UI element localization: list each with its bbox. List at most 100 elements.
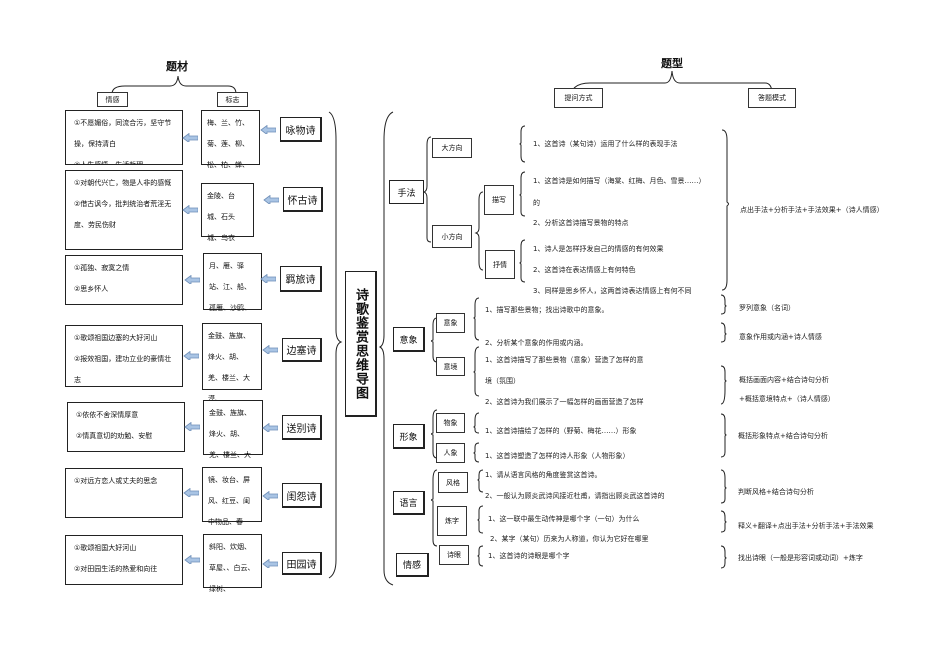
header-image: 标志 (217, 92, 248, 107)
node-language: 语言 (393, 491, 425, 515)
answer-text: 意象作用或内涵+诗人情感 (739, 333, 822, 341)
center-title: 诗歌鉴赏思维导图 (345, 271, 377, 417)
category-3: 羁旅诗 (280, 266, 322, 292)
emotion-text: ①不愿媚俗，同流合污，坚守节操，保持清白 (74, 119, 172, 148)
node-word-refining: 炼字 (437, 506, 467, 536)
left-title: 题材 (166, 60, 188, 73)
image-text: 梅、兰、竹、菊、莲、柳、松、柏、蝉、 (207, 119, 249, 169)
question-text: 境（氛围） (485, 377, 520, 385)
emotion-text: ②对田园生活的热爱和向往 (74, 565, 158, 573)
node-big-direction: 大方向 (432, 138, 472, 158)
category-7: 田园诗 (282, 552, 322, 575)
image-box: 月、雁、驿站、江、船、孤雁、沙鸥、蟋蟀、 (203, 253, 262, 333)
answer-text: 点出手法+分析手法+手法效果+（诗人情感） (740, 206, 884, 214)
node-object-image: 物象 (436, 413, 465, 433)
mind-map-page: 题材 情感 标志 ①不愿媚俗，同流合污，坚守节操，保持清白 ②人生感悟，生活哲理 梅… (0, 0, 945, 668)
category-2: 怀古诗 (283, 187, 323, 212)
question-text: 1、这首诗描绘了怎样的（野菊、梅花……）形象 (485, 427, 637, 435)
emotion-text: ②思乡怀人 (74, 285, 109, 293)
arrow-left-icon (184, 422, 200, 431)
node-person-image: 人象 (436, 443, 465, 463)
arrow-left-icon (183, 488, 199, 497)
node-lyric: 抒情 (485, 250, 515, 279)
question-text: 1、这首诗的诗眼是哪个字 (488, 552, 570, 560)
arrow-left-icon (263, 194, 279, 204)
header-question: 提问方式 (554, 88, 603, 108)
emotion-box: ①对远方恋人或丈夫的思念 (65, 468, 183, 518)
category-5: 送别诗 (282, 415, 322, 440)
answer-text: +概括意境特点+（诗人情感） (739, 395, 835, 403)
answer-text: 找出诗眼（一般是形容词或动词）+炼字 (738, 554, 863, 562)
answer-text: 概括画面内容+结合诗句分析 (739, 376, 829, 384)
node-describe: 描写 (484, 185, 514, 215)
question-text: 2、这首诗为我们展示了一幅怎样的画面营造了怎样 (485, 398, 644, 406)
emotion-box: ①对朝代兴亡，物是人非的感慨 ②借古讽今，批判统治者荒淫无度、劳民伤财 (65, 170, 183, 250)
emotion-text: ②借古讽今，批判统治者荒淫无度、劳民伤财 (74, 200, 172, 229)
question-text: 1、诗人是怎样抒发自己的情感的有何效果 (533, 245, 664, 253)
image-box: 金鼓、旌旗、烽火、胡、羌、楼兰、大漠、 (203, 400, 263, 480)
emotion-text: ①依依不舍深情厚意 (76, 411, 139, 419)
node-imagery: 意象 (393, 327, 425, 352)
arrow-left-icon (183, 351, 199, 360)
emotion-box: ①歌颂祖国大好河山 ②对田园生活的热爱和向往 (65, 535, 183, 585)
emotion-text: ①歌颂祖国边塞的大好河山 (74, 334, 158, 342)
emotion-text: ①对朝代兴亡，物是人非的感慨 (74, 179, 172, 187)
question-text: 2、分析这首诗描写景物的特点 (533, 219, 629, 227)
header-answer: 答题模式 (748, 88, 796, 108)
question-text: 1、这首诗塑造了怎样的诗人形象（人物形象） (485, 452, 630, 460)
node-figure: 形象 (393, 424, 425, 449)
arrow-left-icon (262, 422, 278, 432)
question-text: 1、这首诗是如何描写（海棠、红梅、月色、雪景……） (533, 177, 706, 185)
node-poem-eye: 诗眼 (439, 545, 469, 565)
category-6: 闺怨诗 (282, 483, 322, 508)
category-4: 边塞诗 (282, 338, 322, 362)
emotion-text: ①歌颂祖国大好河山 (74, 544, 137, 552)
header-emotion: 情感 (97, 92, 128, 107)
node-mood: 意境 (436, 357, 465, 376)
question-text: 的 (533, 199, 540, 207)
answer-text: 释义+翻译+点出手法+分析手法+手法效果 (738, 522, 874, 530)
node-imagery-sub: 意象 (436, 313, 465, 333)
emotion-box: ①依依不舍深情厚意 ②情真意切的劝勉、安慰 (67, 402, 185, 452)
question-text: 2、一般认为顾炎武诗风接近杜甫，请指出顾炎武这首诗的 (485, 492, 665, 500)
node-techniques: 手法 (389, 180, 424, 204)
question-text: 2、某字（某句）历来为人称道，你认为它好在哪里 (490, 535, 649, 543)
image-box: 梅、兰、竹、菊、莲、柳、松、柏、蝉、 (201, 110, 260, 169)
arrow-left-icon (260, 274, 276, 283)
image-box: 斜阳、炊烟、草屋、、白云、绿树、 (203, 534, 262, 593)
question-text: 2、分析某个意象的作用或内涵。 (485, 339, 588, 347)
image-box: 镜、妆台、屏风、红豆、闺中物品、春 (202, 467, 262, 526)
emotion-text: ②情真意切的劝勉、安慰 (76, 432, 153, 440)
emotion-box: ①孤独、寂寞之情 ②思乡怀人 (65, 255, 183, 305)
question-text: 1、这首诗描写了那些景物（意象）营造了怎样的意 (485, 356, 644, 364)
question-text: 1、这首诗（某句诗）运用了什么样的表现手法 (533, 140, 678, 148)
image-text: 金鼓、旌旗、烽火、胡、羌、楼兰、大漠、 (208, 332, 250, 403)
arrow-left-icon (182, 205, 198, 214)
question-text: 1、描写那些景物；找出诗歌中的意象。 (485, 306, 609, 314)
emotion-text: ②人生感悟，生活哲理 (74, 161, 144, 165)
node-style: 风格 (438, 472, 468, 493)
image-box: 金陵、台城、石头城、乌衣巷、赤壁、乌 (201, 183, 254, 284)
question-text: 2、这首诗在表达情感上有何特色 (533, 266, 636, 274)
emotion-box: ①不愿媚俗，同流合污，坚守节操，保持清白 ②人生感悟，生活哲理 (65, 110, 183, 165)
answer-text: 概括形象特点+结合诗句分析 (738, 432, 828, 440)
arrow-left-icon (184, 275, 200, 284)
image-box: 金鼓、旌旗、烽火、胡、羌、楼兰、大漠、 (202, 323, 262, 403)
category-1: 咏物诗 (280, 117, 322, 142)
question-text: 1、这一联中最生动传神是哪个字（一句）为什么 (488, 515, 640, 523)
emotion-box: ①歌颂祖国边塞的大好河山 ②报效祖国，建功立业的豪情壮志 (65, 325, 183, 387)
arrow-left-icon (260, 124, 276, 134)
question-text: 1、请从语言风格的角度鉴赏这首诗。 (485, 471, 602, 479)
emotion-text: ①孤独、寂寞之情 (74, 264, 130, 272)
answer-text: 判断风格+结合诗句分析 (738, 488, 814, 496)
arrow-left-icon (184, 555, 200, 564)
image-text: 斜阳、炊烟、草屋、、白云、绿树、 (209, 543, 255, 593)
arrow-left-icon (262, 490, 278, 500)
question-text: 3、同样是思乡怀人，这两首诗表达情感上有何不同 (533, 287, 692, 295)
emotion-text: ①对远方恋人或丈夫的思念 (74, 477, 158, 485)
node-emotion: 情感 (396, 553, 429, 577)
arrow-left-icon (262, 558, 278, 568)
image-text: 镜、妆台、屏风、红豆、闺中物品、春 (208, 476, 250, 526)
node-small-direction: 小方向 (432, 225, 472, 248)
answer-text: 罗列意象（名词） (739, 304, 795, 312)
